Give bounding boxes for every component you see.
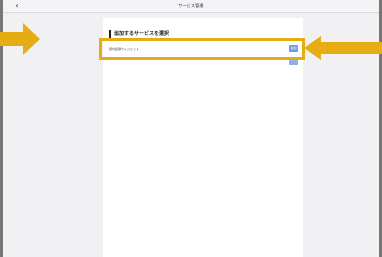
service-list-item[interactable]: 受付記録ウィジェット 追加 (103, 42, 303, 56)
section-marker (109, 30, 111, 38)
page-title: サービス管理 (178, 3, 204, 8)
section-header: 追加するサービスを選択 (109, 30, 299, 38)
next-add-button[interactable] (289, 60, 298, 65)
content-panel: 追加するサービスを選択 受付記録ウィジェット 追加 (103, 18, 303, 257)
top-navigation-bar: ‹ サービス管理 (3, 0, 379, 13)
add-service-button[interactable]: 追加 (289, 45, 298, 52)
section-title: 追加するサービスを選択 (114, 31, 170, 37)
service-label: 受付記録ウィジェット (109, 47, 140, 51)
